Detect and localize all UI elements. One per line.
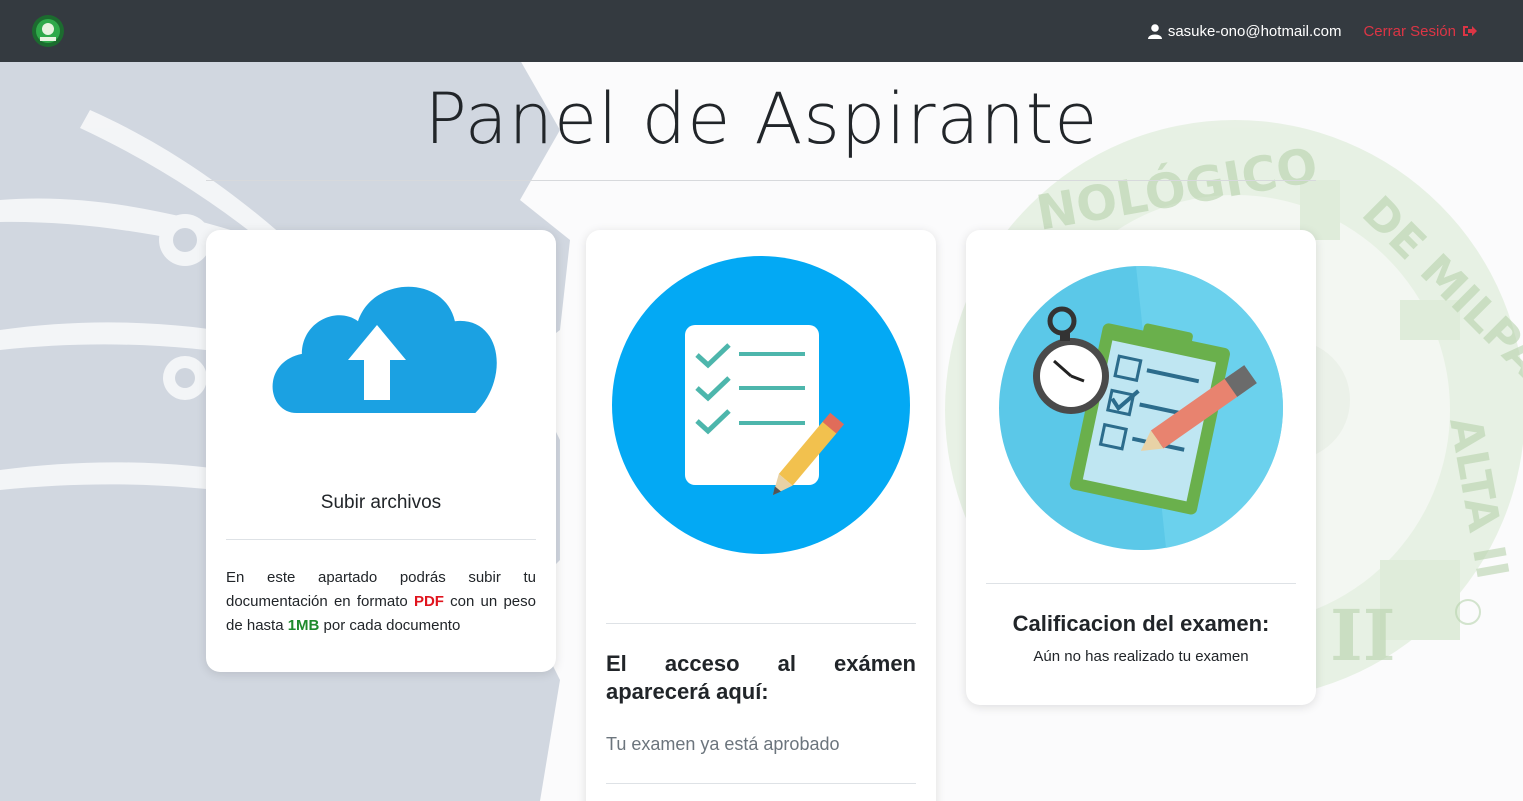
institution-logo[interactable] <box>31 14 65 48</box>
user-icon <box>1147 23 1162 39</box>
exam-access-title: El acceso al exámen aparecerá aquí: <box>606 651 916 704</box>
max-size: 1MB <box>287 617 320 634</box>
upload-title: Subir archivos <box>320 492 442 513</box>
upload-description: En este apartado podrás subir tu documen… <box>226 569 536 634</box>
logout-label: Cerrar Sesión <box>1363 22 1456 40</box>
user-email-text: sasuke-ono@hotmail.com <box>1167 22 1342 40</box>
grade-divider <box>986 583 1296 584</box>
exam-divider <box>606 623 916 624</box>
exam-status: Tu examen ya está aprobado <box>606 734 840 754</box>
grade-status: Aún no has realizado tu examen <box>1033 648 1249 665</box>
pdf-format: PDF <box>413 593 444 610</box>
title-divider <box>206 180 1316 181</box>
upload-card[interactable]: Subir archivos En este apartado podrás s… <box>206 230 556 672</box>
grade-title: Calificacion del examen: <box>1012 611 1270 636</box>
exam-divider-bottom <box>606 783 916 784</box>
sign-out-icon <box>1463 26 1477 36</box>
logout-link[interactable]: Cerrar Sesión <box>1363 23 1477 40</box>
cloud-upload-icon <box>272 286 497 413</box>
svg-text:II: II <box>1330 594 1396 677</box>
checklist-icon <box>612 256 910 554</box>
timed-test-icon <box>999 266 1284 550</box>
grade-card: Calificacion del examen: Aún no has real… <box>966 230 1316 705</box>
user-email: sasuke-ono@hotmail.com <box>1147 22 1342 40</box>
exam-card: El acceso al exámen aparecerá aquí: Tu e… <box>586 230 936 801</box>
navbar: sasuke-ono@hotmail.com Cerrar Sesión <box>0 0 1523 62</box>
page-title: Panel de Aspirante <box>424 78 1099 160</box>
upload-divider <box>226 539 536 540</box>
